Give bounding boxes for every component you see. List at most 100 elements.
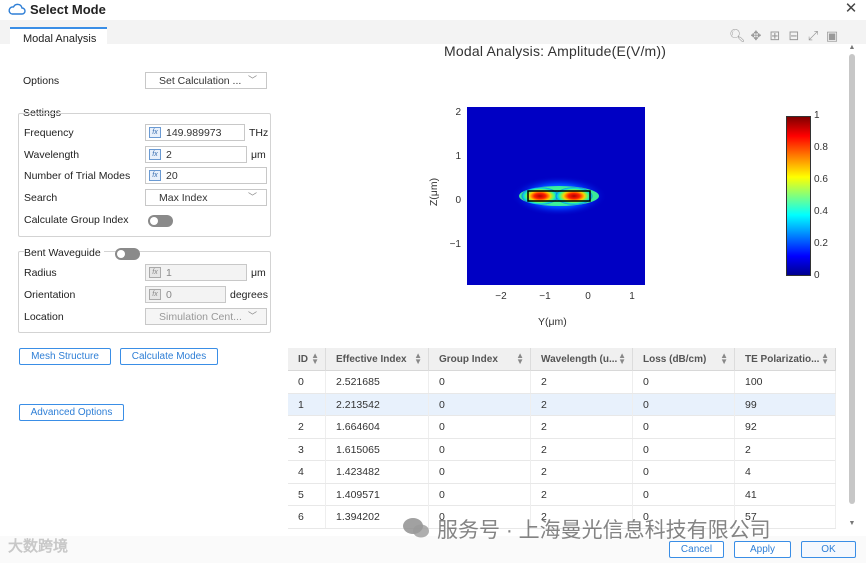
colorbar bbox=[786, 116, 811, 276]
formula-icon: fx bbox=[149, 267, 161, 278]
table-cell: 99 bbox=[735, 393, 836, 416]
table-cell: 2 bbox=[531, 371, 633, 393]
options-dropdown[interactable]: Set Calculation ... ﹀ bbox=[145, 72, 267, 89]
table-cell: 1.423482 bbox=[326, 461, 429, 483]
orientation-label: Orientation bbox=[24, 289, 76, 301]
ok-button[interactable]: OK bbox=[801, 541, 856, 558]
scroll-up-icon[interactable]: ▲ bbox=[848, 44, 856, 51]
table-row[interactable]: 0 2.521685 0 2 0 100 bbox=[288, 371, 836, 394]
orientation-value: 0 bbox=[166, 289, 172, 301]
table-cell: 0 bbox=[429, 461, 531, 483]
column-header-loss[interactable]: Loss (dB/cm) ▲ ▼ bbox=[633, 348, 735, 371]
column-header-effective-index[interactable]: Effective Index ▲ ▼ bbox=[326, 348, 429, 371]
options-value: Set Calculation ... bbox=[159, 75, 242, 87]
x-tick: 0 bbox=[585, 291, 591, 302]
wavelength-value: 2 bbox=[166, 149, 172, 161]
sort-icon: ▲ ▼ bbox=[414, 351, 422, 366]
table-cell: 4 bbox=[735, 461, 836, 483]
table-cell: 2 bbox=[531, 461, 633, 483]
scroll-thumb[interactable] bbox=[849, 54, 855, 504]
table-cell: 0 bbox=[633, 438, 735, 461]
table-row[interactable]: 5 1.409571 0 2 0 41 bbox=[288, 483, 836, 506]
table-cell: 0 bbox=[429, 416, 531, 438]
table-cell: 41 bbox=[735, 483, 836, 506]
table-cell: 100 bbox=[735, 371, 836, 393]
formula-icon: fx bbox=[149, 127, 161, 138]
mode-field-plot[interactable] bbox=[467, 107, 645, 285]
table-cell: 0 bbox=[633, 416, 735, 438]
radius-value: 1 bbox=[166, 267, 172, 279]
column-header-te-polarization[interactable]: TE Polarizatio... ▲ ▼ bbox=[735, 348, 836, 371]
colorbar-tick: 0 bbox=[814, 270, 820, 281]
trial-modes-field[interactable]: fx 20 bbox=[145, 167, 267, 184]
radius-unit: μm bbox=[251, 267, 266, 279]
table-cell: 6 bbox=[288, 506, 326, 528]
table-row[interactable]: 3 1.615065 0 2 0 2 bbox=[288, 438, 836, 461]
zoom-in-icon[interactable]: ⊞ bbox=[768, 29, 782, 43]
window-title: Select Mode bbox=[30, 2, 106, 17]
table-row[interactable]: 2 1.664604 0 2 0 92 bbox=[288, 416, 836, 439]
group-index-toggle[interactable] bbox=[148, 215, 173, 227]
table-cell: 0 bbox=[633, 461, 735, 483]
table-cell: 0 bbox=[633, 393, 735, 416]
scrollbar[interactable]: ▲ ▼ bbox=[848, 44, 856, 534]
x-axis-label: Y(μm) bbox=[538, 316, 567, 328]
search-dropdown[interactable]: Max Index ﹀ bbox=[145, 189, 267, 206]
table-cell: 2 bbox=[531, 393, 633, 416]
table-row[interactable]: 1 2.213542 0 2 0 99 bbox=[288, 393, 836, 416]
mesh-structure-button[interactable]: Mesh Structure bbox=[19, 348, 111, 365]
column-header-wavelength[interactable]: Wavelength (u... ▲ ▼ bbox=[531, 348, 633, 371]
autoscale-icon[interactable]: ⤢ bbox=[806, 29, 820, 43]
colorbar-tick: 1 bbox=[814, 110, 820, 121]
frequency-value: 149.989973 bbox=[166, 127, 222, 139]
search-value: Max Index bbox=[159, 192, 208, 204]
sort-icon: ▲ ▼ bbox=[821, 351, 829, 366]
options-label: Options bbox=[23, 75, 60, 87]
camera-icon[interactable]: ▣ bbox=[825, 29, 839, 43]
sort-icon: ▲ ▼ bbox=[720, 351, 728, 366]
watermark-right: 服务号 · 上海曼光信息科技有限公司 bbox=[437, 519, 771, 542]
frequency-unit: THz bbox=[249, 127, 269, 139]
chevron-down-icon: ﹀ bbox=[247, 192, 257, 202]
wavelength-field[interactable]: fx 2 bbox=[145, 146, 247, 163]
y-tick: 2 bbox=[455, 107, 461, 118]
zoom-out-icon[interactable]: ⊟ bbox=[787, 29, 801, 43]
frequency-field[interactable]: fx 149.989973 bbox=[145, 124, 245, 141]
table-cell: 2.213542 bbox=[326, 393, 429, 416]
watermark-left: 大数跨境 bbox=[8, 538, 69, 555]
chevron-down-icon: ﹀ bbox=[247, 311, 257, 321]
table-row[interactable]: 4 1.423482 0 2 0 4 bbox=[288, 461, 836, 484]
plot-title: Modal Analysis: Amplitude(E(V/m)) bbox=[444, 43, 667, 59]
bent-waveguide-toggle[interactable] bbox=[115, 248, 140, 260]
zoom-icon[interactable]: 🔍︎ bbox=[729, 29, 746, 43]
calculate-modes-button[interactable]: Calculate Modes bbox=[120, 348, 218, 365]
x-tick: 1 bbox=[629, 291, 635, 302]
orientation-unit: degrees bbox=[230, 289, 268, 301]
radius-field[interactable]: fx 1 bbox=[145, 264, 247, 281]
frequency-label: Frequency bbox=[24, 127, 74, 139]
table-cell: 2 bbox=[735, 438, 836, 461]
location-label: Location bbox=[24, 311, 64, 323]
column-header-group-index[interactable]: Group Index ▲ ▼ bbox=[429, 348, 531, 371]
advanced-options-button[interactable]: Advanced Options bbox=[19, 404, 124, 421]
colorbar-tick: 0.8 bbox=[814, 142, 828, 153]
table-cell: 2 bbox=[531, 416, 633, 438]
table-cell: 0 bbox=[429, 393, 531, 416]
group-index-label: Calculate Group Index bbox=[24, 214, 129, 226]
y-tick: −1 bbox=[449, 239, 461, 250]
table-cell: 5 bbox=[288, 483, 326, 506]
table-cell: 0 bbox=[429, 371, 531, 393]
table-cell: 1.615065 bbox=[326, 438, 429, 461]
scroll-down-icon[interactable]: ▼ bbox=[848, 520, 856, 527]
column-header-id[interactable]: ID ▲ ▼ bbox=[288, 348, 326, 371]
wechat-logo-icon bbox=[403, 518, 429, 538]
pan-icon[interactable]: ✥ bbox=[749, 29, 763, 43]
location-dropdown[interactable]: Simulation Cent... ﹀ bbox=[145, 308, 267, 325]
y-axis-label: Z(μm) bbox=[428, 177, 441, 207]
table-header: ID ▲ ▼ Effective Index ▲ ▼ Group Index ▲ ▼ Wav… bbox=[288, 348, 836, 371]
orientation-field[interactable]: fx 0 bbox=[145, 286, 226, 303]
chevron-down-icon: ﹀ bbox=[247, 75, 257, 85]
x-tick: −1 bbox=[539, 291, 551, 302]
close-icon[interactable]: ✕ bbox=[843, 1, 859, 17]
modes-table: ID ▲ ▼ Effective Index ▲ ▼ Group Index ▲ ▼ Wav… bbox=[288, 348, 836, 534]
